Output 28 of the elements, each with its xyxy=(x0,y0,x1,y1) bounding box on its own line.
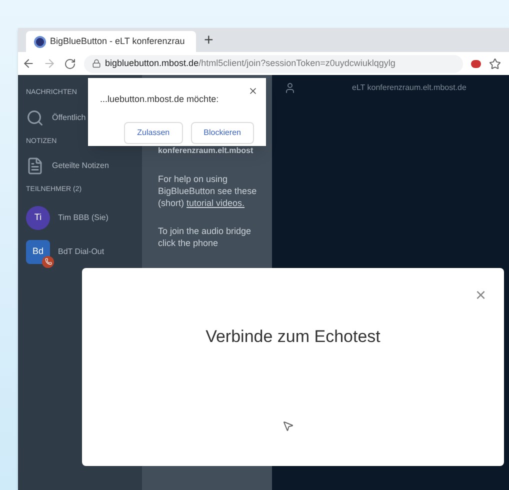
help-text: For help on using BigBlueButton see these (short) tutorial videos. xyxy=(158,173,258,209)
modal-title: Verbinde zum Echotest xyxy=(206,326,380,348)
permission-text: ...luebutton.mbost.de möchte: xyxy=(100,94,219,104)
close-button[interactable]: × xyxy=(475,286,486,304)
new-tab-button[interactable]: + xyxy=(204,30,214,52)
meeting-title: eLT konferenzraum.elt.mbost.de xyxy=(352,82,466,94)
user-avatar: Ti xyxy=(26,206,50,230)
search-icon xyxy=(26,108,44,126)
cursor-icon xyxy=(282,420,294,432)
reload-icon[interactable] xyxy=(64,58,76,70)
address-field[interactable]: bigbluebutton.mbost.de/html5client/join?sessionToken=z0uydcwiuklqgylg xyxy=(84,54,463,72)
audio-hint: To join the audio bridge click the phone xyxy=(158,225,252,249)
browser-tab[interactable]: BigBlueButton - eLT konferenzrau xyxy=(26,31,196,52)
back-icon[interactable] xyxy=(22,57,35,70)
user-icon[interactable] xyxy=(284,82,296,94)
logo-icon xyxy=(34,36,46,48)
chat-title: konferenzraum.elt.mbost xyxy=(158,145,254,157)
sidebar-item[interactable]: Ti Tim BBB (Sie) xyxy=(18,200,142,234)
permission-button[interactable]: Blockieren xyxy=(190,122,254,144)
sidebar-item[interactable]: Geteilte Notizen xyxy=(18,152,142,180)
phone-badge xyxy=(42,256,54,268)
sidebar-item[interactable]: Bd BdT Dial-Out xyxy=(18,234,142,268)
document-icon xyxy=(26,157,44,175)
lock-icon xyxy=(92,59,101,68)
star-icon[interactable] xyxy=(489,58,501,70)
permission-button[interactable]: Zulassen xyxy=(124,122,183,144)
close-icon[interactable] xyxy=(248,86,258,96)
tutorial-link[interactable]: tutorial videos. xyxy=(186,198,245,208)
